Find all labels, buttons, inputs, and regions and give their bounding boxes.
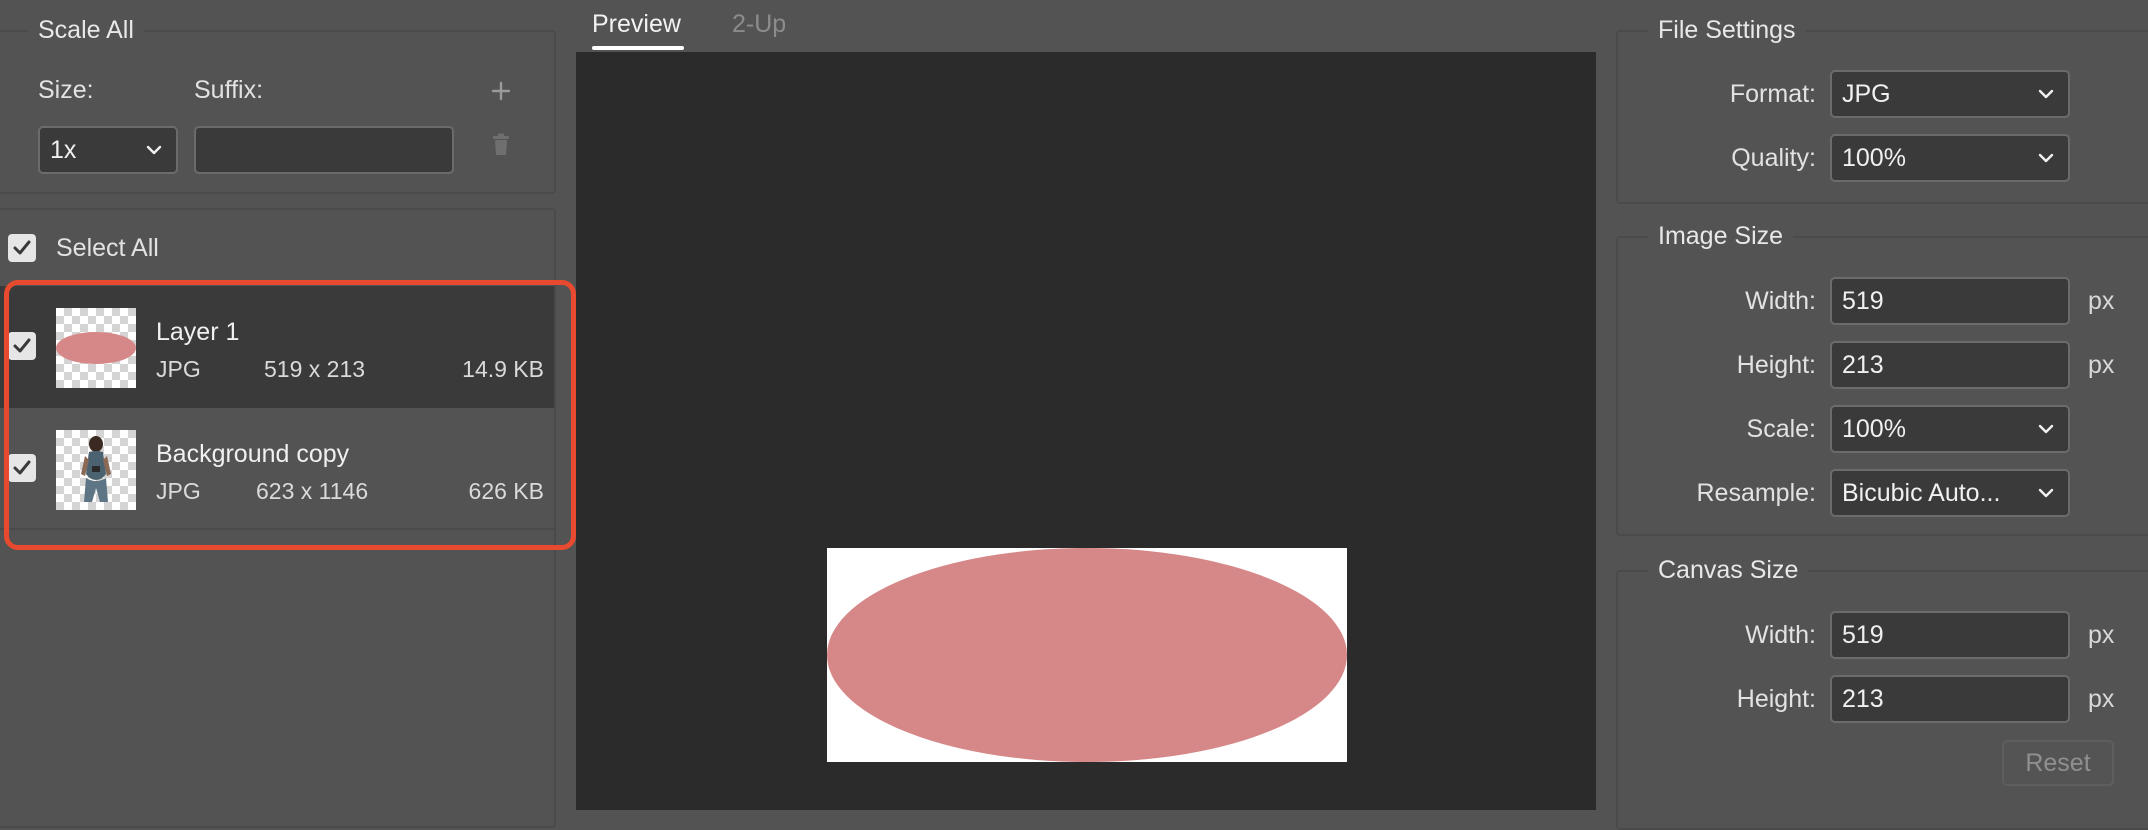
image-height-label: Height: <box>1736 351 1816 379</box>
preview-canvas[interactable] <box>576 52 1596 810</box>
image-height-unit: px <box>2088 351 2115 379</box>
select-all-checkbox[interactable] <box>8 234 36 262</box>
chevron-down-icon <box>2038 153 2054 163</box>
ellipse-thumbnail-image <box>56 332 136 364</box>
checkmark-icon <box>13 338 31 353</box>
quality-label: Quality: <box>1731 144 1816 172</box>
image-width-unit: px <box>2088 287 2115 315</box>
layer-1-format: JPG <box>156 356 201 382</box>
scale-select[interactable]: 100% <box>1830 405 2070 453</box>
resample-label: Resample: <box>1696 479 1817 507</box>
tab-preview-underline <box>592 46 684 50</box>
canvas-height-unit: px <box>2088 685 2115 713</box>
layer-1-checkbox[interactable] <box>8 332 36 360</box>
background-copy-filesize: 626 KB <box>468 478 544 504</box>
tab-preview[interactable]: Preview <box>592 10 681 39</box>
size-label: Size: <box>38 76 94 104</box>
image-width-input[interactable]: 519 <box>1830 277 2070 325</box>
plus-icon[interactable] <box>490 80 512 102</box>
chevron-down-icon <box>2038 89 2054 99</box>
checkmark-icon <box>13 240 31 255</box>
canvas-height-label: Height: <box>1736 685 1816 713</box>
image-height-input[interactable]: 213 <box>1830 341 2070 389</box>
image-width-label: Width: <box>1745 287 1816 315</box>
trash-icon[interactable] <box>491 133 511 157</box>
format-select-value: JPG <box>1842 79 1891 108</box>
quality-select[interactable]: 100% <box>1830 134 2070 182</box>
chevron-down-icon <box>146 145 162 155</box>
canvas-width-input[interactable]: 519 <box>1830 611 2070 659</box>
chevron-down-icon <box>2038 424 2054 434</box>
quality-select-value: 100% <box>1842 143 1906 172</box>
background-copy-thumbnail <box>56 430 136 510</box>
size-select[interactable]: 1x <box>38 126 178 174</box>
tab-2-up[interactable]: 2-Up <box>732 10 786 39</box>
checkmark-icon <box>13 460 31 475</box>
pink-ellipse-shape <box>827 548 1347 762</box>
layer-row-background-copy[interactable]: Background copy JPG 623 x 1146 626 KB <box>0 408 554 530</box>
resample-select[interactable]: Bicubic Auto... <box>1830 469 2070 517</box>
size-select-value: 1x <box>50 135 77 164</box>
scale-select-value: 100% <box>1842 414 1906 443</box>
left-panel: Scale All Size: Suffix: 1x Select All La… <box>0 0 576 828</box>
canvas-height-input[interactable]: 213 <box>1830 675 2070 723</box>
person-photo-thumbnail <box>81 436 111 502</box>
suffix-input[interactable] <box>194 126 454 174</box>
layer-1-dimensions: 519 x 213 <box>264 356 366 382</box>
scale-label: Scale: <box>1746 415 1816 443</box>
layer-1-thumbnail <box>56 308 136 388</box>
format-label: Format: <box>1729 80 1816 108</box>
reset-button[interactable]: Reset <box>2002 740 2114 786</box>
preview-image <box>827 548 1347 762</box>
image-size-legend: Image Size <box>1648 222 1794 251</box>
background-copy-checkbox[interactable] <box>8 454 36 482</box>
background-copy-name: Background copy <box>156 440 350 468</box>
background-copy-dimensions: 623 x 1146 <box>256 478 369 504</box>
file-settings-legend: File Settings <box>1648 16 1806 45</box>
canvas-width-unit: px <box>2088 621 2115 649</box>
canvas-size-legend: Canvas Size <box>1648 556 1809 585</box>
layer-1-name: Layer 1 <box>156 318 240 346</box>
chevron-down-icon <box>2038 488 2054 498</box>
layer-row-layer-1[interactable]: Layer 1 JPG 519 x 213 14.9 KB <box>0 286 554 408</box>
select-all-label: Select All <box>56 234 159 262</box>
layer-1-filesize: 14.9 KB <box>462 356 544 382</box>
resample-select-value: Bicubic Auto... <box>1842 478 2001 507</box>
suffix-label: Suffix: <box>194 76 264 104</box>
format-select[interactable]: JPG <box>1830 70 2070 118</box>
scale-all-legend: Scale All <box>28 16 144 45</box>
background-copy-format: JPG <box>156 478 201 504</box>
canvas-width-label: Width: <box>1745 621 1816 649</box>
